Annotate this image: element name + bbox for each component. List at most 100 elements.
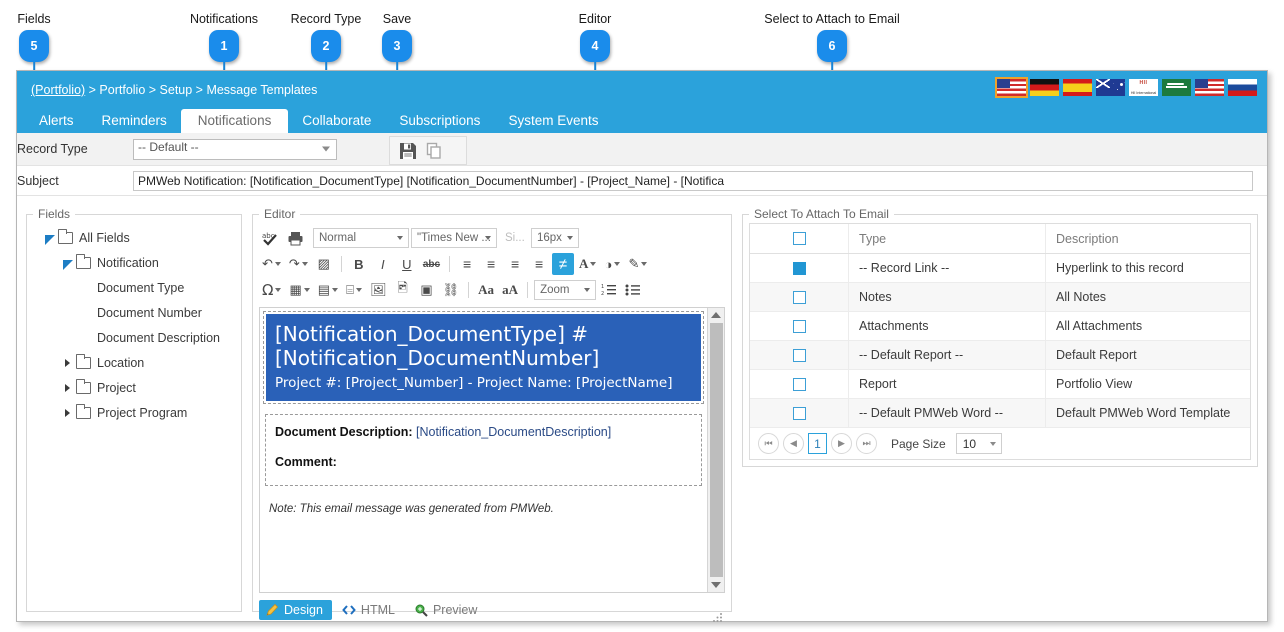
row-checkbox[interactable] <box>792 290 806 304</box>
pager-page-1[interactable]: 1 <box>808 433 827 454</box>
bold-icon[interactable]: B <box>348 253 370 275</box>
table-row[interactable]: -- Record Link -- Hyperlink to this recor… <box>750 254 1250 283</box>
application-window: (Portfolio) > Portfolio > Setup > Messag… <box>16 70 1268 622</box>
editor-tab-html[interactable]: HTML <box>336 600 404 620</box>
tab-collaborate[interactable]: Collaborate <box>288 110 385 134</box>
tab-subscriptions[interactable]: Subscriptions <box>385 110 494 134</box>
resize-grip-icon[interactable] <box>713 612 723 622</box>
tab-notifications[interactable]: Notifications <box>180 108 289 133</box>
print-icon[interactable] <box>284 227 307 249</box>
table-row[interactable]: Report Portfolio View <box>750 370 1250 399</box>
flag-saudi-arabia[interactable] <box>1162 79 1191 96</box>
tree-node-location[interactable]: Location <box>35 350 241 375</box>
select-all-checkbox[interactable] <box>792 232 806 245</box>
flag-us-selected[interactable] <box>995 77 1028 98</box>
align-center-icon[interactable]: ≡ <box>480 253 502 275</box>
flag-germany[interactable] <box>1030 79 1059 96</box>
bulleted-list-icon[interactable] <box>622 279 644 301</box>
redo-icon[interactable]: ↷ <box>286 253 311 275</box>
pager-last-button[interactable]: ⏭ <box>856 433 877 454</box>
tree-node-all-fields[interactable]: All Fields <box>35 225 241 250</box>
uppercase-icon[interactable]: Aa <box>475 279 497 301</box>
tree-node-document-number[interactable]: Document Number <box>35 300 241 325</box>
pager-prev-button[interactable]: ◀ <box>783 433 804 454</box>
undo-icon[interactable]: ↶ <box>259 253 284 275</box>
row-checkbox[interactable] <box>792 319 806 333</box>
select-all-header-cell <box>750 224 849 253</box>
editor-tab-preview[interactable]: Preview <box>408 600 486 620</box>
tree-node-document-type[interactable]: Document Type <box>35 275 241 300</box>
lowercase-icon[interactable]: aA <box>499 279 521 301</box>
insert-page-icon[interactable]: ▤ <box>315 279 341 301</box>
scroll-down-icon[interactable] <box>711 582 721 588</box>
record-type-dropdown[interactable]: -- Default -- <box>133 138 337 160</box>
record-type-value[interactable]: -- Default -- <box>133 138 337 160</box>
row-checkbox[interactable] <box>792 406 806 420</box>
highlight-color-icon[interactable]: ◑ <box>601 253 623 275</box>
flag-russia[interactable] <box>1228 79 1257 96</box>
numbered-list-icon[interactable]: 12 <box>598 279 620 301</box>
row-checkbox[interactable] <box>792 348 806 362</box>
italic-icon[interactable]: I <box>372 253 394 275</box>
align-justify-icon[interactable]: ≡ <box>528 253 550 275</box>
row-checkbox[interactable] <box>792 377 806 391</box>
zoom-dropdown[interactable]: Zoom <box>534 280 597 300</box>
table-row[interactable]: -- Default PMWeb Word -- Default PMWeb Wo… <box>750 399 1250 428</box>
underline-icon[interactable]: U <box>396 253 418 275</box>
hyperlink-icon[interactable]: ⛓ <box>440 279 463 301</box>
chevron-right-icon[interactable] <box>63 383 73 393</box>
pager-next-button[interactable]: ▶ <box>831 433 852 454</box>
insert-code-icon[interactable]: ⌸ <box>343 279 365 301</box>
align-left-icon[interactable]: ≡ <box>456 253 478 275</box>
page-size-dropdown[interactable]: 10 <box>955 433 1002 454</box>
tab-system-events[interactable]: System Events <box>494 110 612 134</box>
table-row[interactable]: -- Default Report -- Default Report <box>750 341 1250 370</box>
tree-node-project[interactable]: Project <box>35 375 241 400</box>
image-manager-icon[interactable]: 🖻 <box>392 279 414 301</box>
scroll-up-icon[interactable] <box>711 312 721 318</box>
chevron-down-icon[interactable] <box>45 233 55 245</box>
pager-first-button[interactable]: ⏮ <box>758 433 779 454</box>
column-header-description[interactable]: Description <box>1046 224 1250 253</box>
strikethrough-icon[interactable]: abc <box>420 253 443 275</box>
select-all-icon[interactable]: ▨ <box>313 253 335 275</box>
insert-table-icon[interactable]: ▦ <box>286 279 312 301</box>
row-checkbox[interactable] <box>792 261 806 275</box>
table-row[interactable]: Attachments All Attachments <box>750 312 1250 341</box>
symbol-icon[interactable]: Ω <box>259 279 284 301</box>
chevron-right-icon[interactable] <box>63 358 73 368</box>
paragraph-style-dropdown[interactable]: Normal <box>313 228 409 248</box>
scrollbar-thumb[interactable] <box>709 323 723 577</box>
align-right-icon[interactable]: ≡ <box>504 253 526 275</box>
font-family-dropdown[interactable]: "Times New ... <box>411 228 497 248</box>
chevron-right-icon[interactable] <box>63 408 73 418</box>
remove-format-icon[interactable]: ≠ <box>552 253 575 275</box>
editor-tab-design[interactable]: Design <box>259 600 332 620</box>
editor-content[interactable]: [Notification_DocumentType] # [Notificat… <box>260 308 707 592</box>
insert-image-icon[interactable]: 🖼 <box>367 279 390 301</box>
flag-spain[interactable] <box>1063 79 1092 96</box>
tree-node-notification[interactable]: Notification <box>35 250 241 275</box>
subject-input[interactable] <box>133 170 1253 191</box>
document-manager-icon[interactable]: ▣ <box>416 279 438 301</box>
tree-node-label: Location <box>97 355 145 370</box>
flag-australia[interactable] <box>1096 79 1125 96</box>
font-size-dropdown[interactable]: 16px <box>531 228 579 248</box>
save-icon[interactable] <box>398 141 418 161</box>
column-header-type[interactable]: Type <box>849 224 1046 253</box>
copy-icon[interactable] <box>424 141 444 161</box>
spellcheck-icon[interactable]: abc <box>259 227 282 249</box>
flag-hii-intl[interactable] <box>1129 79 1158 96</box>
breadcrumb-home-link[interactable]: (Portfolio) <box>31 83 85 97</box>
font-color-icon[interactable]: A <box>576 253 599 275</box>
save-toolbar <box>389 136 467 165</box>
tab-reminders[interactable]: Reminders <box>88 110 181 134</box>
tab-alerts[interactable]: Alerts <box>25 110 88 134</box>
tree-node-document-description[interactable]: Document Description <box>35 325 241 350</box>
editor-vertical-scrollbar[interactable] <box>707 308 724 592</box>
table-row[interactable]: Notes All Notes <box>750 283 1250 312</box>
tree-node-project-program[interactable]: Project Program <box>35 400 241 425</box>
chevron-down-icon[interactable] <box>63 258 73 270</box>
format-painter-icon[interactable]: ✎ <box>625 253 650 275</box>
flag-us-2[interactable] <box>1195 79 1224 96</box>
